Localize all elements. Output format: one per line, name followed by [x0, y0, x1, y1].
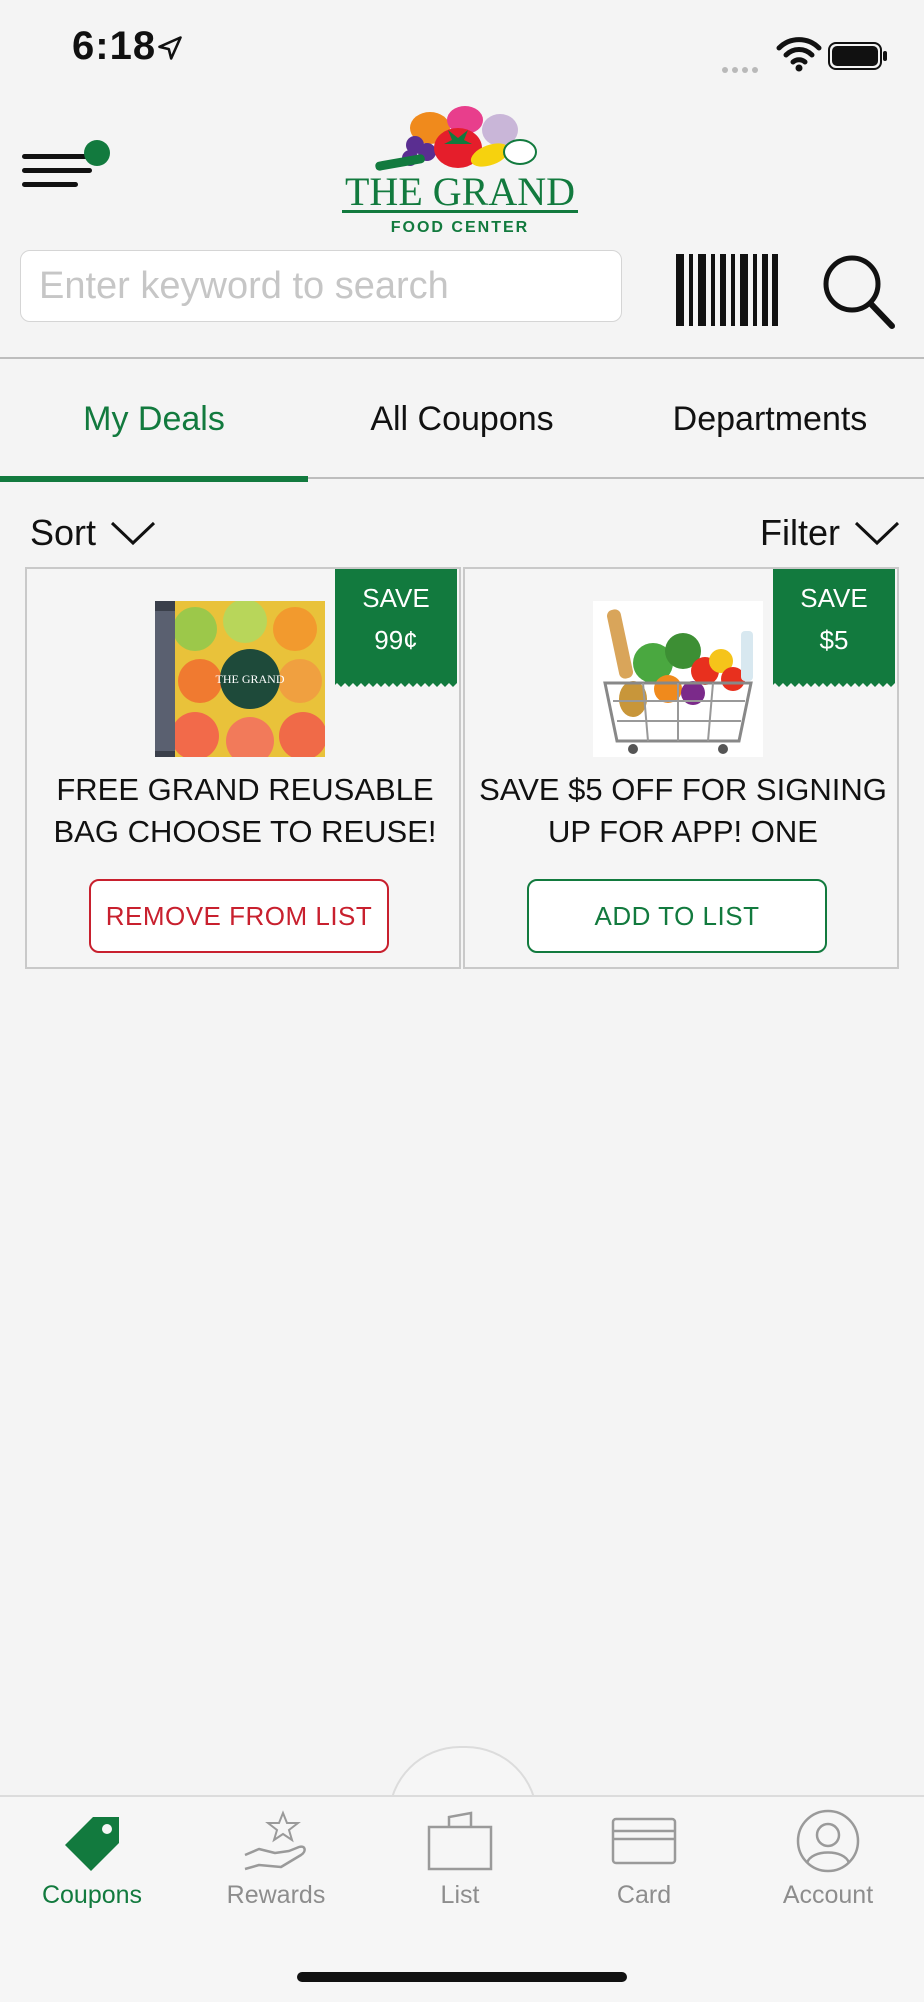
logo-title: THE GRAND — [345, 169, 575, 214]
nav-account[interactable]: Account — [736, 1809, 920, 1929]
battery-icon — [828, 42, 887, 70]
active-tab-indicator — [0, 476, 308, 482]
nav-label: Card — [616, 1881, 672, 1909]
coupon-description: SAVE $5 OFF FOR SIGNING UP FOR APP! ONE — [479, 772, 887, 849]
barcode-scan-icon[interactable] — [676, 254, 778, 326]
reusable-bag-image: THE GRAND — [155, 601, 325, 757]
coupon-description: FREE GRAND REUSABLE BAG CHOOSE TO REUSE! — [53, 772, 437, 849]
tab-my-deals[interactable]: My Deals — [0, 360, 308, 478]
menu-button[interactable] — [22, 140, 112, 200]
svg-text:THE GRAND: THE GRAND — [216, 672, 285, 686]
sort-button[interactable]: Sort — [30, 508, 156, 558]
wifi-icon — [776, 37, 822, 72]
search-input[interactable] — [20, 250, 622, 322]
remove-from-list-button[interactable]: REMOVE FROM LIST — [89, 879, 389, 953]
home-indicator[interactable] — [297, 1972, 627, 1982]
badge-save-label: SAVE — [800, 583, 868, 613]
tab-all-coupons[interactable]: All Coupons — [308, 360, 616, 478]
menu-line — [22, 168, 92, 173]
tab-departments[interactable]: Departments — [616, 360, 924, 478]
nav-label: Coupons — [41, 1881, 143, 1909]
grocery-basket-image — [593, 601, 763, 757]
chevron-down-icon — [854, 521, 900, 546]
badge-save-label: SAVE — [362, 583, 430, 613]
nav-rewards[interactable]: Rewards — [184, 1809, 368, 1929]
status-time: 6:18 — [72, 24, 157, 68]
badge-zigzag — [335, 679, 457, 687]
badge-amount: 99¢ — [374, 625, 418, 655]
signal-dots-icon — [722, 60, 762, 78]
nav-card[interactable]: Card — [552, 1809, 736, 1929]
coupon-card[interactable]: SAVE $5 SAVE $5 OFF FOR SIGNING UP FOR A… — [463, 567, 899, 969]
sort-label: Sort — [30, 512, 97, 553]
badge-amount: $5 — [819, 625, 849, 655]
bag-icon — [427, 1811, 493, 1871]
filter-button[interactable]: Filter — [760, 508, 900, 558]
header-divider — [0, 357, 924, 359]
bottom-nav: Coupons Rewards List Card Account — [0, 1795, 924, 2002]
grand-food-center-logo: THE GRAND FOOD CENTER — [342, 106, 578, 236]
search-icon[interactable] — [820, 250, 896, 330]
nav-label: List — [440, 1881, 480, 1909]
nav-label: Rewards — [226, 1881, 326, 1909]
coupon-card[interactable]: THE GRAND SAVE 99¢ FREE GRAND REUSABLE B… — [25, 567, 461, 969]
nav-label: Account — [782, 1881, 874, 1909]
account-icon — [796, 1809, 860, 1873]
filter-label: Filter — [760, 512, 840, 553]
menu-line — [22, 182, 78, 187]
savings-badge: SAVE $5 — [773, 569, 895, 687]
location-arrow-icon — [158, 36, 182, 60]
rewards-hand-star-icon — [244, 1810, 306, 1871]
savings-badge: SAVE 99¢ — [335, 569, 457, 687]
tag-icon — [65, 1817, 119, 1871]
notification-dot — [84, 140, 110, 166]
search-bar — [0, 250, 924, 330]
card-icon — [611, 1817, 677, 1865]
badge-zigzag — [773, 679, 895, 687]
tab-bar: My Deals All Coupons Departments — [0, 360, 924, 478]
status-bar: 6:18 — [0, 0, 924, 100]
chevron-down-icon — [110, 521, 156, 546]
add-to-list-button[interactable]: ADD TO LIST — [527, 879, 827, 953]
logo-subtitle: FOOD CENTER — [391, 219, 529, 236]
nav-list[interactable]: List — [368, 1809, 552, 1929]
nav-coupons[interactable]: Coupons — [0, 1809, 184, 1929]
